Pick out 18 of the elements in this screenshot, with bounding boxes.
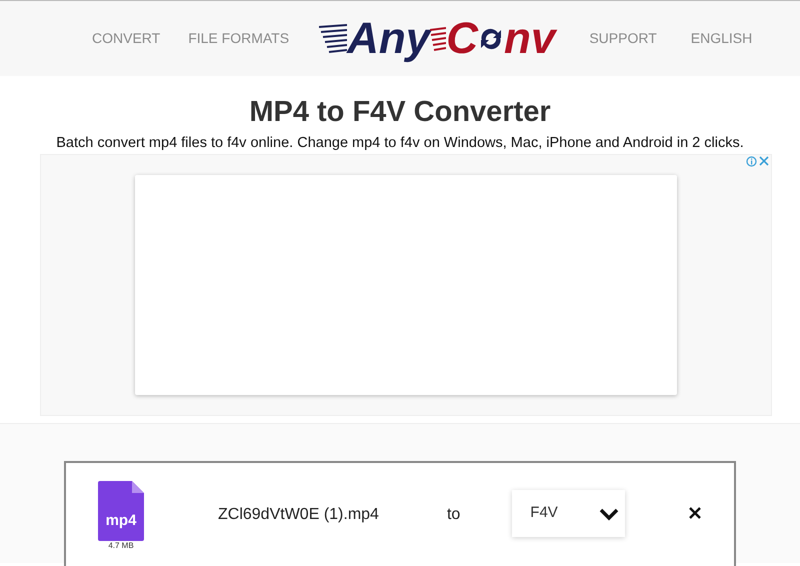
- info-icon[interactable]: [746, 156, 757, 167]
- close-icon[interactable]: [689, 507, 702, 519]
- speed-lines-icon: [319, 24, 348, 54]
- format-select[interactable]: F4V: [512, 490, 626, 537]
- to-label: to: [446, 505, 460, 525]
- file-size: 4.7 MB: [108, 540, 134, 552]
- nav-link[interactable]: CONVERT: [92, 28, 160, 49]
- page-title: MP4 to F4V Converter: [248, 95, 552, 130]
- nav-link[interactable]: ENGLISH: [690, 28, 752, 49]
- page-subtitle: Batch convert mp4 files to f4v online. Change mp4 to f4v on Windows, Mac, iPhone and Android in 2 clicks.: [55, 134, 745, 153]
- file-name: ZCl69dVtW0E (1).mp4: [218, 505, 379, 525]
- nav-link[interactable]: FILE FORMATS: [188, 28, 290, 49]
- file-type: mp4: [106, 511, 136, 531]
- file-icon: [98, 481, 144, 541]
- logo[interactable]: Any C nv: [319, 14, 556, 64]
- nav-link[interactable]: SUPPORT: [589, 28, 657, 49]
- speed-lines-icon: [430, 26, 446, 50]
- chevron-down-icon: [599, 506, 620, 520]
